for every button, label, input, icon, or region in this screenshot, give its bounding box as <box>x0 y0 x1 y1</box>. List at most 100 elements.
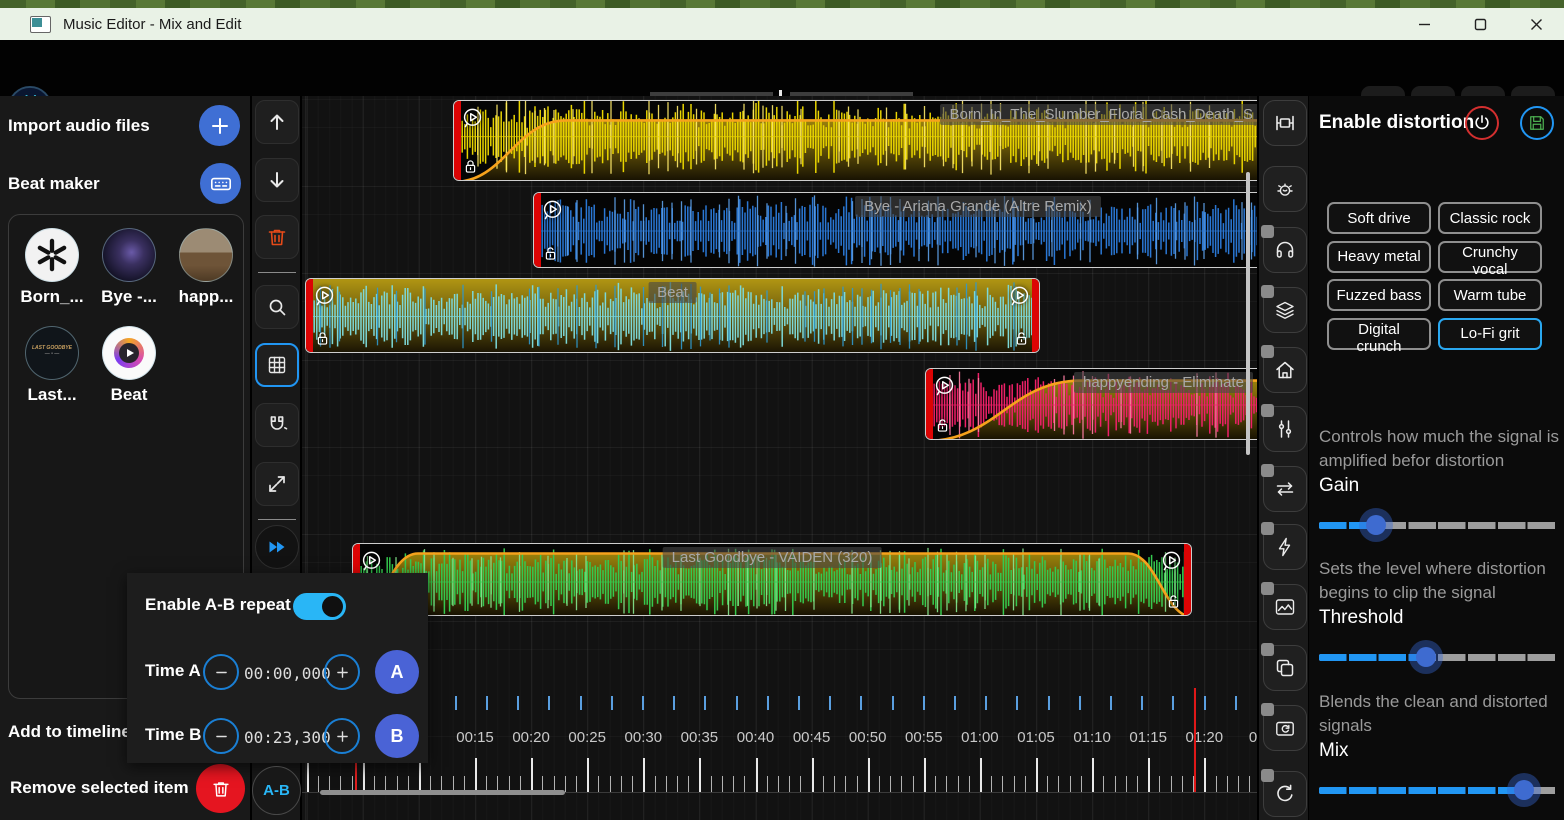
window-titlebar: Music Editor - Mix and Edit <box>0 8 1564 40</box>
time-a-plus-button[interactable] <box>324 654 360 690</box>
clip-edge-handle-right[interactable] <box>1032 279 1039 352</box>
lightning-icon <box>1273 535 1297 559</box>
grid-snap-button[interactable] <box>255 343 299 387</box>
slider-segments <box>1319 522 1557 529</box>
boost-button[interactable] <box>1263 524 1307 570</box>
trim-button[interactable] <box>1263 100 1307 146</box>
timeline-horizontal-scrollbar[interactable] <box>320 790 565 795</box>
mixer-button[interactable] <box>1263 406 1307 452</box>
clip-lock-open-icon[interactable] <box>933 416 952 435</box>
monitor-button[interactable] <box>1263 227 1307 273</box>
clip-lock-closed-icon[interactable] <box>461 157 480 176</box>
headphones-icon <box>1273 238 1297 262</box>
clip-play-icon[interactable] <box>932 374 957 399</box>
time-a-minus-button[interactable] <box>203 654 239 690</box>
preset-classic-rock[interactable]: Classic rock <box>1438 202 1542 234</box>
marker-b-button[interactable]: B <box>375 714 419 758</box>
slider-thumb[interactable] <box>1514 780 1534 800</box>
clip-lock-open-icon[interactable] <box>1012 329 1031 348</box>
clip-play-icon[interactable] <box>460 106 485 131</box>
swap-button[interactable] <box>1263 466 1307 512</box>
ab-loop-button[interactable]: A-B <box>252 766 301 815</box>
layers-button[interactable] <box>1263 287 1307 333</box>
beat-tick <box>548 696 550 710</box>
preset-soft-drive[interactable]: Soft drive <box>1327 202 1431 234</box>
preset-lo-fi-grit[interactable]: Lo-Fi grit <box>1438 318 1542 350</box>
delete-button[interactable] <box>255 215 299 259</box>
clip-play-icon[interactable] <box>1159 549 1184 574</box>
magnet-icon <box>265 413 289 437</box>
playhead[interactable] <box>1194 688 1196 792</box>
preset-fuzzed-bass[interactable]: Fuzzed bass <box>1327 279 1431 311</box>
timeline-clip-1[interactable]: Born_In_The_Slumber_Flora_Cash_Death_S <box>453 100 1257 181</box>
preset-warm-tube[interactable]: Warm tube <box>1438 279 1542 311</box>
preset-heavy-metal[interactable]: Heavy metal <box>1327 241 1431 273</box>
ruler-tick <box>419 758 421 792</box>
expand-button[interactable] <box>255 462 299 506</box>
timeline-clip-2[interactable]: Bye - Ariana Grande (Altre Remix) <box>533 192 1257 268</box>
ruler-tick <box>767 776 768 792</box>
beat-tick <box>1172 696 1174 710</box>
timeline-clip-3[interactable]: Beat <box>305 278 1040 353</box>
move-down-button[interactable] <box>255 158 299 202</box>
ruler-tick <box>1058 776 1059 792</box>
loop-marker-a[interactable] <box>355 762 357 792</box>
audio-file-item[interactable]: Beat <box>96 326 162 405</box>
ruler-tick <box>1126 776 1127 792</box>
ruler-tick <box>823 776 824 792</box>
clip-lock-open-icon[interactable] <box>541 244 560 263</box>
threshold-slider[interactable] <box>1319 645 1557 669</box>
preset-digital-crunch[interactable]: Digital crunch <box>1327 318 1431 350</box>
clip-play-icon[interactable] <box>1007 284 1032 309</box>
snapshot-button[interactable] <box>1263 705 1307 751</box>
maximize-button[interactable] <box>1452 8 1508 40</box>
slider-thumb[interactable] <box>1416 647 1436 667</box>
reset-button[interactable] <box>1263 771 1307 817</box>
timeline-clip-5[interactable]: Last Goodbye - VAIDEN (320) <box>352 543 1192 616</box>
beat-tick <box>985 696 987 710</box>
preset-crunchy-vocal[interactable]: Crunchy vocal <box>1438 241 1542 273</box>
move-up-button[interactable] <box>255 100 299 144</box>
ruler-tick <box>812 758 814 792</box>
ab-repeat-toggle[interactable] <box>293 593 346 620</box>
audio-file-item[interactable]: Bye -... <box>96 228 162 307</box>
fast-forward-button[interactable] <box>255 525 299 569</box>
timeline-vertical-scrollbar[interactable] <box>1246 172 1250 455</box>
import-audio-button[interactable] <box>199 105 240 146</box>
timeline[interactable]: Born_In_The_Slumber_Flora_Cash_Death_S B… <box>302 96 1257 820</box>
minimize-button[interactable] <box>1396 8 1452 40</box>
ruler-tick <box>1227 776 1228 792</box>
clip-play-icon[interactable] <box>312 284 337 309</box>
ruler-label: 01:10 <box>1073 729 1111 746</box>
ai-assistant-button[interactable] <box>1263 166 1307 212</box>
distortion-save-button[interactable] <box>1520 106 1554 140</box>
timeline-clip-4[interactable]: happyending - Eliminate <box>925 368 1257 440</box>
beat-maker-button[interactable] <box>200 163 241 204</box>
audio-file-thumbnail <box>179 228 233 282</box>
beat-tick <box>611 696 613 710</box>
clip-play-icon[interactable] <box>540 198 565 223</box>
audio-file-item[interactable]: Born_... <box>19 228 85 307</box>
gain-slider[interactable] <box>1319 513 1557 537</box>
marker-a-button[interactable]: A <box>375 650 419 694</box>
magnet-snap-button[interactable] <box>255 403 299 447</box>
distortion-power-button[interactable] <box>1465 106 1499 140</box>
mix-slider[interactable] <box>1319 778 1557 802</box>
close-button[interactable] <box>1508 8 1564 40</box>
audio-file-item[interactable]: happ... <box>173 228 239 307</box>
clip-lock-closed-icon[interactable] <box>313 329 332 348</box>
clip-play-icon[interactable] <box>359 549 384 574</box>
home-button[interactable] <box>1263 347 1307 393</box>
time-b-plus-button[interactable] <box>324 718 360 754</box>
audio-file-item[interactable]: LAST GOODBYE— • — Last... <box>19 326 85 405</box>
clip-lock-open-icon[interactable] <box>1164 592 1183 611</box>
zoom-search-button[interactable] <box>255 285 299 329</box>
clip-edge-handle-right[interactable] <box>1184 544 1191 615</box>
ruler-tick <box>565 776 566 792</box>
time-b-minus-button[interactable] <box>203 718 239 754</box>
waveform-view-button[interactable] <box>1263 584 1307 630</box>
tool-badge <box>1261 225 1274 238</box>
remove-selected-button[interactable] <box>196 764 245 813</box>
slider-thumb[interactable] <box>1366 515 1386 535</box>
duplicate-button[interactable] <box>1263 645 1307 691</box>
